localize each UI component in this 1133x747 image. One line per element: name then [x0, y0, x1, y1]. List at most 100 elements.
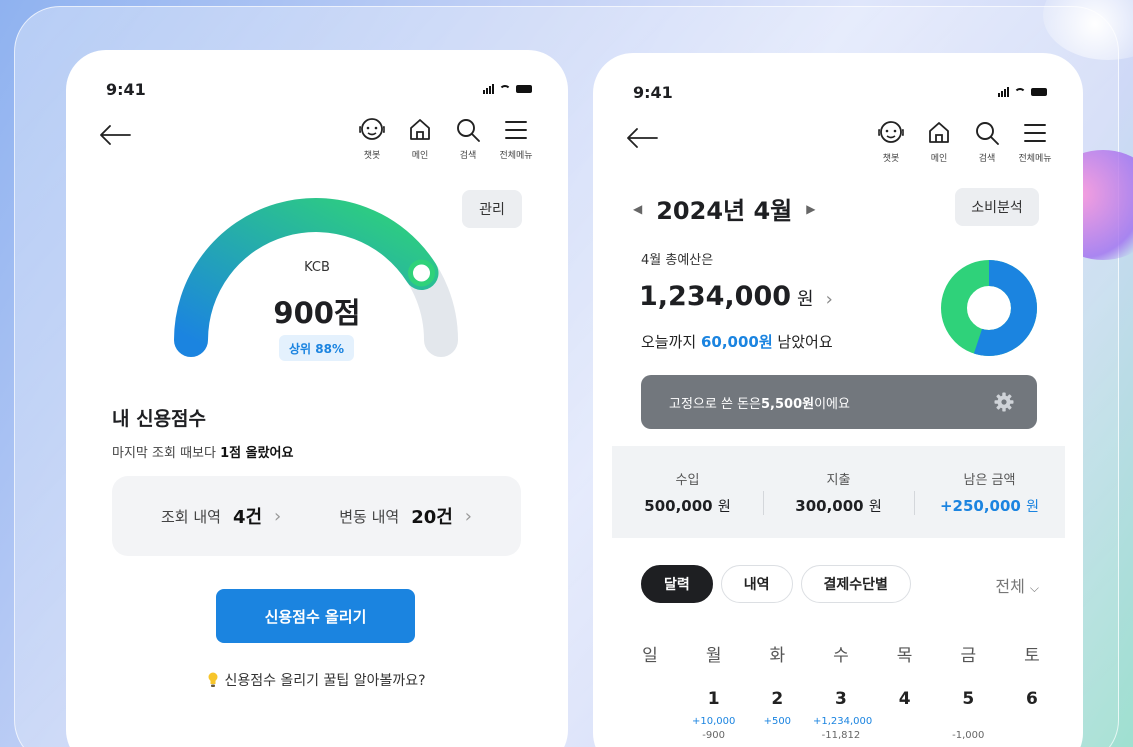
tip-link[interactable]: 신용점수 올리기 꿀팁 알아볼까요?: [66, 670, 568, 690]
calendar-day[interactable]: 1 +10,000 -900: [686, 689, 742, 741]
change-label: 변동 내역: [339, 507, 400, 526]
budget-amount-link[interactable]: 1,234,000 원 ›: [639, 281, 833, 312]
manage-button[interactable]: 관리: [462, 190, 522, 228]
change-count: 20건: [411, 507, 453, 528]
back-arrow-icon[interactable]: [625, 127, 659, 149]
next-month-icon[interactable]: ▶: [806, 202, 815, 216]
nav-search[interactable]: 검색: [450, 116, 486, 161]
lightbulb-icon: [208, 672, 218, 687]
balance-unit: 원: [1026, 498, 1039, 515]
calendar-week: 1 +10,000 -900 2 +500 3 +1,234,000 -11,812 4 …: [633, 689, 1049, 741]
weekday-label: 화: [769, 646, 786, 666]
expense-unit: 원: [868, 498, 882, 515]
top-nav: 챗봇 메인 검색 전체메뉴: [873, 119, 1053, 164]
raise-score-button[interactable]: 신용점수 올리기: [216, 589, 415, 643]
fixed-prefix: 고정으로 쓴 돈은: [669, 396, 761, 412]
inquiry-label: 조회 내역: [160, 507, 221, 526]
balance-value: +250,000: [939, 496, 1021, 515]
chevron-right-icon: ›: [464, 505, 472, 527]
chevron-down-icon: ⌵: [1029, 581, 1039, 595]
battery-icon: [516, 85, 532, 93]
budget-donut-chart: [941, 260, 1037, 356]
calendar-day[interactable]: 2 +500: [749, 689, 805, 741]
filter-label: 전체: [995, 577, 1025, 596]
calendar-day[interactable]: 4: [877, 689, 933, 741]
calendar-day[interactable]: 6: [1004, 689, 1060, 741]
history-box: 조회 내역 4건 › 변동 내역 20건 ›: [112, 476, 521, 556]
weekday-label: 월: [705, 646, 722, 666]
day-number: 3: [835, 689, 847, 709]
chevron-right-icon: ›: [274, 505, 282, 527]
day-number: 6: [1026, 689, 1038, 709]
expense-summary: 지출 300,000 원: [763, 469, 914, 516]
view-tabs: 달력 내역 결제수단별: [641, 565, 911, 603]
month-selector: ◀ 2024년 4월 ▶: [633, 191, 815, 226]
credit-score-screen: 9:41 챗봇 메인 검색 전체메뉴 관리 KCB 900점 상위 88% 내 …: [66, 50, 568, 747]
weekday-label: 토: [1024, 646, 1040, 666]
nav-chatbot[interactable]: 챗봇: [873, 119, 909, 164]
day-income: [940, 716, 996, 728]
nav-menu[interactable]: 전체메뉴: [498, 116, 534, 161]
weekday-label: 금: [960, 646, 977, 666]
home-icon: [929, 122, 949, 143]
inquiry-count: 4건: [232, 507, 263, 528]
budget-unit: 원: [797, 289, 814, 310]
nav-home[interactable]: 메인: [402, 116, 438, 161]
day-expense: -1,000: [952, 730, 985, 741]
tab-history[interactable]: 내역: [720, 565, 793, 603]
day-income: [1004, 716, 1060, 728]
fixed-expense-banner[interactable]: 고정으로 쓴 돈은 5,500원 이에요: [641, 375, 1037, 429]
budget-amount: 1,234,000: [639, 281, 792, 312]
remaining-prefix: 오늘까지: [641, 333, 701, 351]
day-expense: -900: [702, 730, 725, 741]
credit-score-value: 900점: [273, 296, 361, 330]
expense-label: 지출: [826, 472, 851, 488]
signal-icon: [998, 87, 1009, 97]
nav-menu[interactable]: 전체메뉴: [1017, 119, 1053, 164]
inquiry-history-link[interactable]: 조회 내역 4건 ›: [161, 503, 281, 529]
score-change-text: 마지막 조회 때보다 1점 올랐어요: [112, 442, 293, 461]
day-number: 4: [898, 689, 911, 709]
income-label: 수입: [675, 472, 700, 488]
income-unit: 원: [717, 498, 731, 515]
tab-payment-method[interactable]: 결제수단별: [800, 565, 911, 603]
score-change-value: 1점 올랐어요: [220, 446, 294, 461]
weekday-label: 목: [896, 646, 913, 666]
nav-home[interactable]: 메인: [921, 119, 957, 164]
chatbot-icon: [878, 121, 904, 143]
status-time: 9:41: [633, 83, 673, 102]
day-expense: -11,812: [821, 730, 861, 741]
calendar-day[interactable]: 5 -1,000: [940, 689, 996, 741]
prev-month-icon[interactable]: ◀: [633, 202, 642, 216]
filter-dropdown[interactable]: 전체 ⌵: [995, 573, 1039, 597]
income-summary: 수입 500,000 원: [612, 469, 763, 516]
score-provider: KCB: [304, 260, 330, 275]
nav-search[interactable]: 검색: [969, 119, 1005, 164]
status-icons: [483, 84, 532, 94]
gear-icon[interactable]: [993, 391, 1015, 413]
chatbot-icon: [359, 118, 385, 140]
status-icons: [998, 87, 1047, 97]
back-arrow-icon[interactable]: [98, 124, 132, 146]
nav-chatbot[interactable]: 챗봇: [354, 116, 390, 161]
home-icon: [410, 119, 430, 140]
rank-badge: 상위 88%: [279, 335, 354, 361]
day-number: 1: [707, 689, 720, 709]
day-number: 5: [962, 689, 975, 709]
weekday-label: 수: [833, 646, 849, 666]
change-history-link[interactable]: 변동 내역 20건 ›: [339, 503, 472, 529]
remaining-text: 오늘까지 60,000원 남았어요: [641, 331, 833, 352]
expense-value: 300,000: [795, 496, 864, 515]
wifi-icon: [499, 84, 511, 94]
weekday-label: 일: [642, 646, 658, 666]
tip-text: 신용점수 올리기 꿀팁 알아볼까요?: [224, 673, 426, 689]
balance-summary: 남은 금액 +250,000 원: [914, 469, 1065, 516]
wifi-icon: [1014, 87, 1026, 97]
signal-icon: [483, 84, 494, 94]
budget-screen: 9:41 챗봇 메인 검색 전체메뉴 ◀ 2024년 4월 ▶ 소비분석 4월 …: [593, 53, 1083, 747]
tab-calendar[interactable]: 달력: [641, 565, 713, 603]
calendar-day[interactable]: 3 +1,234,000 -11,812: [812, 689, 873, 741]
day-income: +1,234,000: [812, 716, 873, 727]
income-expense-summary: 수입 500,000 원 지출 300,000 원 남은 금액 +250,000…: [612, 446, 1065, 538]
spending-analysis-button[interactable]: 소비분석: [955, 188, 1039, 226]
